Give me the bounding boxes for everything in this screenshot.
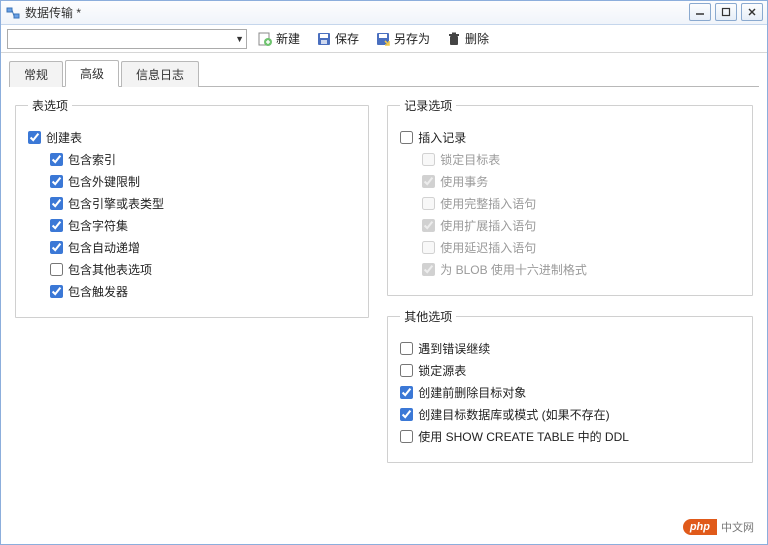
chk-include-engine-input[interactable] bbox=[50, 197, 63, 210]
watermark-text: 中文网 bbox=[717, 517, 758, 537]
chk-use-show-create[interactable]: 使用 SHOW CREATE TABLE 中的 DDL bbox=[400, 428, 740, 445]
chk-include-trigger[interactable]: 包含触发器 bbox=[50, 283, 356, 300]
save-as-icon bbox=[375, 31, 391, 47]
new-label: 新建 bbox=[276, 30, 300, 47]
chk-include-trigger-input[interactable] bbox=[50, 285, 63, 298]
other-options-legend: 其他选项 bbox=[400, 308, 456, 325]
chk-use-transaction: 使用事务 bbox=[422, 173, 740, 190]
chk-continue-on-error[interactable]: 遇到错误继续 bbox=[400, 340, 740, 357]
table-options-legend: 表选项 bbox=[28, 97, 72, 114]
new-icon bbox=[257, 31, 273, 47]
chk-create-db-if-missing-input[interactable] bbox=[400, 408, 413, 421]
other-options-group: 其他选项 遇到错误继续 锁定源表 创建前删除目标对象 创建目标数据库或模式 (如… bbox=[387, 308, 753, 463]
table-options-group: 表选项 创建表 包含索引 包含外键限制 包含引擎或表类型 包含字符集 包含自动递… bbox=[15, 97, 369, 318]
save-as-button[interactable]: 另存为 bbox=[369, 28, 436, 49]
chevron-down-icon: ▼ bbox=[235, 34, 244, 44]
chk-delayed-insert-input bbox=[422, 241, 435, 254]
chk-lock-target-input bbox=[422, 153, 435, 166]
profile-dropdown[interactable]: ▼ bbox=[7, 29, 247, 49]
chk-blob-hex-input bbox=[422, 263, 435, 276]
tab-advanced[interactable]: 高级 bbox=[65, 60, 119, 87]
chk-blob-hex: 为 BLOB 使用十六进制格式 bbox=[422, 261, 740, 278]
chk-use-show-create-input[interactable] bbox=[400, 430, 413, 443]
window-title: 数据传输 * bbox=[25, 4, 81, 21]
chk-include-fk-input[interactable] bbox=[50, 175, 63, 188]
chk-extended-insert: 使用扩展插入语句 bbox=[422, 217, 740, 234]
maximize-button[interactable] bbox=[715, 3, 737, 21]
trash-icon bbox=[446, 31, 462, 47]
tab-general[interactable]: 常规 bbox=[9, 61, 63, 87]
chk-insert-records-input[interactable] bbox=[400, 131, 413, 144]
chk-include-autoincr-input[interactable] bbox=[50, 241, 63, 254]
record-options-group: 记录选项 插入记录 锁定目标表 使用事务 使用完整插入语句 使用扩展插入语句 使… bbox=[387, 97, 753, 296]
chk-include-engine[interactable]: 包含引擎或表类型 bbox=[50, 195, 356, 212]
chk-lock-source-input[interactable] bbox=[400, 364, 413, 377]
minimize-button[interactable] bbox=[689, 3, 711, 21]
chk-create-db-if-missing[interactable]: 创建目标数据库或模式 (如果不存在) bbox=[400, 406, 740, 423]
watermark-badge: php bbox=[683, 519, 717, 535]
save-button[interactable]: 保存 bbox=[310, 28, 365, 49]
chk-drop-target-first[interactable]: 创建前删除目标对象 bbox=[400, 384, 740, 401]
chk-use-transaction-input bbox=[422, 175, 435, 188]
chk-lock-target: 锁定目标表 bbox=[422, 151, 740, 168]
chk-include-index-input[interactable] bbox=[50, 153, 63, 166]
chk-complete-insert: 使用完整插入语句 bbox=[422, 195, 740, 212]
chk-create-table[interactable]: 创建表 bbox=[28, 129, 356, 146]
chk-extended-insert-input bbox=[422, 219, 435, 232]
new-button[interactable]: 新建 bbox=[251, 28, 306, 49]
watermark: php 中文网 bbox=[683, 517, 758, 537]
chk-include-index[interactable]: 包含索引 bbox=[50, 151, 356, 168]
chk-complete-insert-input bbox=[422, 197, 435, 210]
chk-continue-on-error-input[interactable] bbox=[400, 342, 413, 355]
chk-insert-records[interactable]: 插入记录 bbox=[400, 129, 740, 146]
tab-log[interactable]: 信息日志 bbox=[121, 61, 199, 87]
record-options-legend: 记录选项 bbox=[400, 97, 456, 114]
close-button[interactable] bbox=[741, 3, 763, 21]
delete-button[interactable]: 删除 bbox=[440, 28, 495, 49]
chk-drop-target-first-input[interactable] bbox=[400, 386, 413, 399]
chk-delayed-insert: 使用延迟插入语句 bbox=[422, 239, 740, 256]
chk-include-other-input[interactable] bbox=[50, 263, 63, 276]
chk-include-fk[interactable]: 包含外键限制 bbox=[50, 173, 356, 190]
save-as-label: 另存为 bbox=[394, 30, 430, 47]
chk-include-charset[interactable]: 包含字符集 bbox=[50, 217, 356, 234]
chk-create-table-input[interactable] bbox=[28, 131, 41, 144]
chk-lock-source[interactable]: 锁定源表 bbox=[400, 362, 740, 379]
delete-label: 删除 bbox=[465, 30, 489, 47]
chk-include-autoincr[interactable]: 包含自动递增 bbox=[50, 239, 356, 256]
transfer-icon bbox=[5, 5, 21, 21]
save-label: 保存 bbox=[335, 30, 359, 47]
chk-include-other[interactable]: 包含其他表选项 bbox=[50, 261, 356, 278]
chk-include-charset-input[interactable] bbox=[50, 219, 63, 232]
save-icon bbox=[316, 31, 332, 47]
